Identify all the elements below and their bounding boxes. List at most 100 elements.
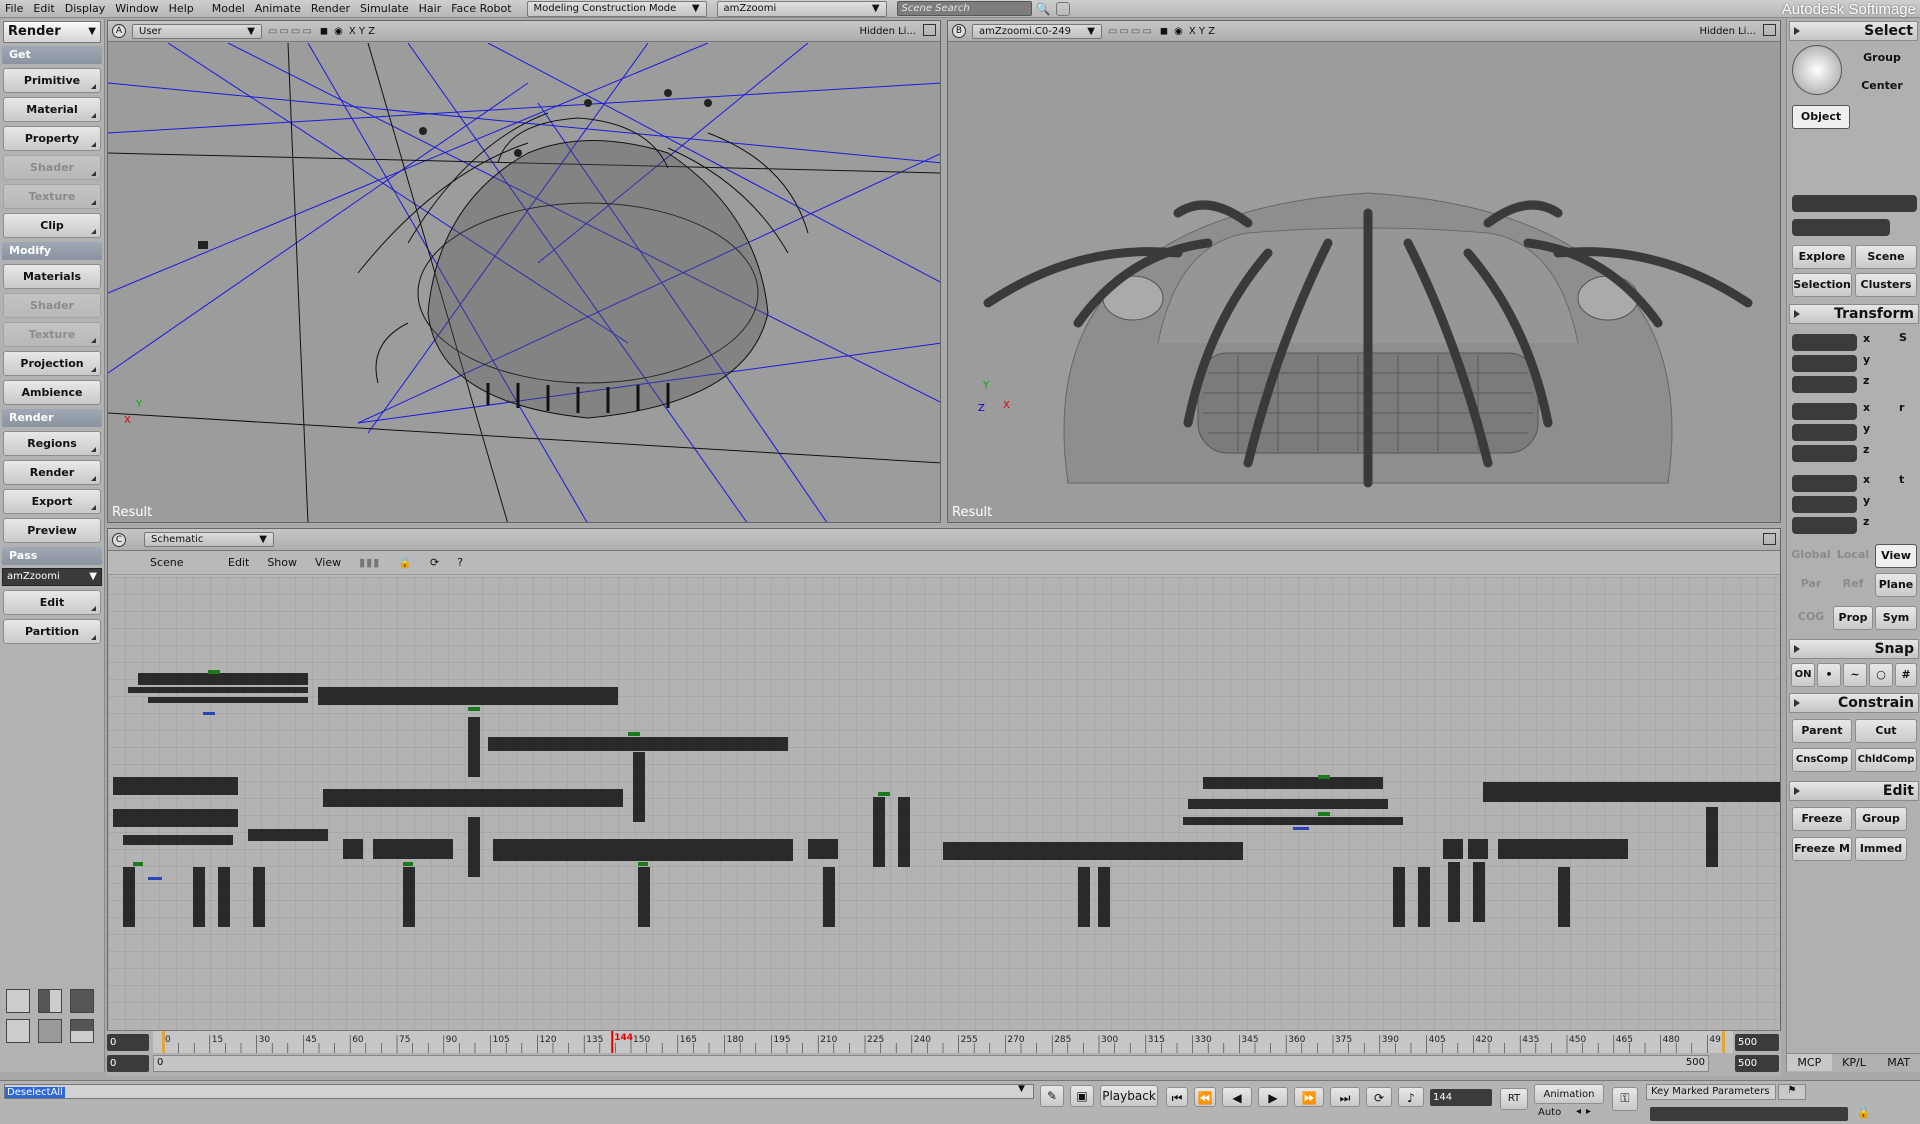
layout-icon[interactable] <box>38 989 62 1013</box>
rotate-y-field[interactable] <box>1792 424 1857 441</box>
scene-search-input[interactable]: Scene Search <box>896 1 1032 16</box>
axis-toggles[interactable]: X Y Z <box>1189 26 1215 37</box>
y-axis-label[interactable]: y <box>1863 494 1870 507</box>
search-icon[interactable]: 🔍 <box>1036 2 1051 16</box>
key-icon[interactable]: ⚿ <box>1612 1087 1638 1111</box>
explore-button[interactable]: Explore <box>1792 245 1852 269</box>
plane-button[interactable]: Plane <box>1875 573 1917 597</box>
tab-mcp[interactable]: MCP <box>1787 1054 1832 1071</box>
menu-file[interactable]: File <box>0 0 28 18</box>
selection-explore-button[interactable]: Selection <box>1792 273 1852 297</box>
construction-mode-dropdown[interactable]: Modeling Construction Mode ▼ <box>526 0 707 17</box>
timeline[interactable]: 0 0 0 15 30 45 60 75 90 105 120 135 150 165 180 195 21… <box>107 1030 1781 1076</box>
menu-hair[interactable]: Hair <box>414 0 447 18</box>
preview-button[interactable]: Preview <box>3 518 101 543</box>
view-button[interactable]: View <box>1875 544 1917 568</box>
menu-model[interactable]: Model <box>207 0 250 18</box>
translate-icon[interactable]: t <box>1899 473 1904 486</box>
menu-face-robot[interactable]: Face Robot <box>446 0 516 18</box>
x-axis-label[interactable]: x <box>1863 473 1870 486</box>
menu-display[interactable]: Display <box>60 0 111 18</box>
display-mode-dropdown[interactable]: Hidden Li... <box>859 26 916 37</box>
viewport-a-canvas[interactable]: XY <box>108 42 940 522</box>
play-icon[interactable]: ▶ <box>1258 1087 1288 1107</box>
viewport-b[interactable]: B amZzoomi.C0-249 ▼ ▭▭▭▭ ◼ ◉ X Y Z Hidden… <box>947 20 1781 523</box>
layout-icon[interactable] <box>6 1019 30 1043</box>
layout-icon[interactable] <box>38 1019 62 1043</box>
prop-button[interactable]: Prop <box>1833 606 1873 630</box>
scale-y-field[interactable] <box>1792 355 1857 372</box>
childcomp-button[interactable]: ChldComp <box>1855 748 1917 772</box>
camera-icon[interactable]: ◼ <box>320 26 328 37</box>
rotate-z-field[interactable] <box>1792 445 1857 462</box>
constrain-section-header[interactable]: Constrain <box>1789 693 1919 713</box>
clip-button[interactable]: Clip <box>3 213 101 238</box>
scale-icon[interactable]: S <box>1899 331 1907 344</box>
range-end-field[interactable]: 500 <box>1735 1055 1779 1072</box>
regions-button[interactable]: Regions <box>3 431 101 456</box>
ambience-button[interactable]: Ambience <box>3 380 101 405</box>
z-axis-label[interactable]: z <box>1863 443 1869 456</box>
par-button[interactable]: Par <box>1791 573 1831 597</box>
select-section-header[interactable]: Select <box>1789 21 1918 41</box>
audio-icon[interactable]: ♪ <box>1398 1087 1424 1107</box>
ref-button[interactable]: Ref <box>1833 573 1873 597</box>
clusters-button[interactable]: Clusters <box>1855 273 1917 297</box>
search-clear-icon[interactable] <box>1056 1 1071 16</box>
menu-window[interactable]: Window <box>110 0 163 18</box>
translate-z-field[interactable] <box>1792 517 1857 534</box>
object-select-button[interactable]: Object <box>1792 105 1850 129</box>
materials-button[interactable]: Materials <box>3 264 101 289</box>
pass-edit-button[interactable]: Edit <box>3 590 101 615</box>
scale-x-field[interactable] <box>1792 334 1857 351</box>
maximize-icon[interactable] <box>923 24 936 36</box>
group-select-button[interactable]: Group <box>1847 47 1917 71</box>
command-line[interactable]: DeselectAll <box>4 1084 1034 1099</box>
scene-dropdown[interactable]: amZzoomi ▼ <box>716 0 887 17</box>
selection-filter-field[interactable] <box>1792 219 1890 236</box>
primitive-button[interactable]: Primitive <box>3 68 101 93</box>
immed-button[interactable]: Immed <box>1855 837 1907 861</box>
schematic-view-menu[interactable]: View <box>315 556 341 569</box>
menu-animate[interactable]: Animate <box>250 0 306 18</box>
x-axis-label[interactable]: x <box>1863 332 1870 345</box>
tab-kpl[interactable]: KP/L <box>1832 1054 1877 1071</box>
rotate-x-field[interactable] <box>1792 403 1857 420</box>
tab-mat[interactable]: MAT <box>1876 1054 1920 1071</box>
view-toggle-icons[interactable]: ▭▭▭▭ <box>268 26 314 37</box>
menu-simulate[interactable]: Simulate <box>355 0 414 18</box>
viewport-a[interactable]: A User ▼ ▭▭▭▭ ◼ ◉ X Y Z Hidden Li... X Y… <box>107 20 941 523</box>
partition-button[interactable]: Partition <box>3 619 101 644</box>
axis-toggles[interactable]: X Y Z <box>349 26 375 37</box>
property-button[interactable]: Property <box>3 126 101 151</box>
layout-icon[interactable] <box>6 989 30 1013</box>
schematic-edit-menu[interactable]: Edit <box>228 556 249 569</box>
render-button[interactable]: Render <box>3 460 101 485</box>
view-toggle-icons[interactable]: ▭▭▭▭ <box>1108 26 1154 37</box>
last-frame-icon[interactable]: ⏭ <box>1330 1087 1360 1107</box>
projection-button[interactable]: Projection <box>3 351 101 376</box>
snap-point-icon[interactable]: • <box>1817 663 1841 687</box>
y-axis-label[interactable]: y <box>1863 422 1870 435</box>
snap-curve-icon[interactable]: ~ <box>1843 663 1867 687</box>
snap-surface-icon[interactable]: ○ <box>1869 663 1893 687</box>
eye-icon[interactable]: ◉ <box>1174 26 1183 37</box>
snap-grid-icon[interactable]: # <box>1895 663 1917 687</box>
maximize-icon[interactable] <box>1763 533 1776 545</box>
refresh-icon[interactable]: ⟳ <box>430 556 439 569</box>
viewport-letter[interactable]: C <box>112 532 126 547</box>
freeze-m-button[interactable]: Freeze M <box>1792 837 1852 861</box>
camera-dropdown[interactable]: amZzoomi.C0-249 ▼ <box>972 23 1102 39</box>
keyframe-icon[interactable]: ⚑ <box>1778 1084 1806 1100</box>
pass-dropdown[interactable]: amZzoomi ▼ <box>2 568 102 586</box>
timeline-start-field[interactable]: 0 <box>107 1034 149 1051</box>
cut-button[interactable]: Cut <box>1855 719 1917 743</box>
tool-icon[interactable]: ✎ <box>1040 1085 1064 1107</box>
rt-button[interactable]: RT <box>1500 1088 1528 1110</box>
playback-button[interactable]: Playback <box>1100 1085 1158 1107</box>
export-button[interactable]: Export <box>3 489 101 514</box>
loop-icon[interactable]: ⟳ <box>1366 1087 1392 1107</box>
viewport-b-canvas[interactable]: X Y Z <box>948 43 1780 522</box>
layout-icon[interactable] <box>70 1019 94 1043</box>
schematic-layout-icons[interactable]: ▮▮▮ <box>359 556 380 569</box>
